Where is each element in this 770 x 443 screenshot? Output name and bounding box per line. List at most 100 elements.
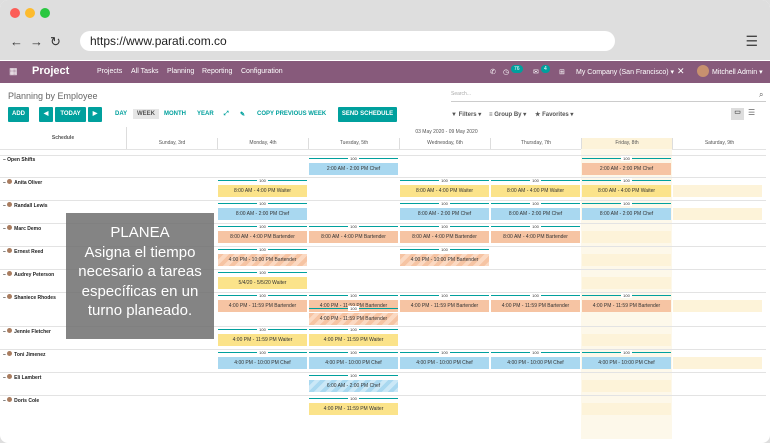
url-bar[interactable]: https://www.parati.com.co [80,31,615,51]
empty-slot[interactable] [673,208,762,220]
shift-pill[interactable]: 4:00 PM - 10:00 PM Chef [582,357,671,369]
filters-dropdown[interactable]: ▼ Filters ▾ [451,111,481,118]
capacity-value: 100 [439,178,450,183]
empty-slot[interactable] [582,277,671,289]
row-label[interactable]: – Audrey Peterson [3,271,54,278]
nav-planning[interactable]: Planning [167,68,194,75]
shift-pill[interactable]: 8:00 AM - 4:00 PM Waiter [582,185,671,197]
shift-pill[interactable]: 4:00 PM - 10:00 PM Chef [400,357,489,369]
expand-icon[interactable]: ⤢ [224,111,229,118]
row-label[interactable]: – Open Shifts [3,157,35,163]
minimize-window-button[interactable] [25,8,35,18]
shift-pill[interactable]: 8:00 AM - 2:00 PM Chef [582,208,671,220]
empty-slot[interactable] [582,334,671,346]
forward-icon[interactable]: → [30,34,43,49]
today-button[interactable]: TODAY [55,107,86,122]
empty-slot[interactable] [673,300,762,312]
company-switcher[interactable]: My Company (San Francisco) ▾ [576,68,674,76]
shift-pill[interactable]: 4:00 PM - 11:59 PM Bartender [582,300,671,312]
browser-menu-icon[interactable]: ☰ [745,33,758,50]
shift-pill[interactable]: 8:00 AM - 4:00 PM Waiter [218,185,307,197]
shift-pill[interactable]: 4:00 PM - 10:00 PM Chef [309,357,398,369]
add-button[interactable]: ADD [8,107,29,122]
capacity-value: 100 [257,270,268,275]
row-label[interactable]: – Marc Demo [3,225,41,232]
shift-pill[interactable]: 8:00 AM - 4:00 PM Bartender [400,231,489,243]
maximize-window-button[interactable] [40,8,50,18]
row-label[interactable]: – Toni Jimenez [3,351,45,358]
shift-pill[interactable]: 4:00 PM - 11:59 PM Bartender [309,313,398,325]
shift-pill[interactable]: 4:00 PM - 11:59 PM Bartender [491,300,580,312]
avatar [7,351,13,356]
nav-reporting[interactable]: Reporting [202,68,232,75]
capacity-bar: 100 [582,201,671,206]
copy-previous-week-button[interactable]: COPY PREVIOUS WEEK [257,111,326,117]
empty-slot[interactable] [582,254,671,266]
shift-pill[interactable]: 6:00 AM - 2:00 PM Chef [309,380,398,392]
magic-icon[interactable]: ✎ [240,111,245,118]
row-name: Shaniece Rhodes [14,295,56,301]
row-label[interactable]: – Shaniece Rhodes [3,294,56,301]
back-icon[interactable]: ← [10,34,23,49]
favorites-label: Favorites [542,112,569,118]
empty-slot[interactable] [673,357,762,369]
empty-slot[interactable] [582,380,671,392]
shift-pill[interactable]: 8:00 AM - 4:00 PM Bartender [491,231,580,243]
row-label[interactable]: – Doris Cole [3,397,39,404]
shift-pill[interactable]: 8:00 AM - 2:00 PM Chef [491,208,580,220]
shift-pill[interactable]: 4:00 PM - 11:59 PM Waiter [309,403,398,415]
nav-configuration[interactable]: Configuration [241,68,283,75]
shift-pill[interactable]: 4:00 PM - 10:00 PM Chef [491,357,580,369]
prev-button[interactable]: ◀ [39,107,53,122]
groupby-dropdown[interactable]: ≡ Group By ▾ [489,111,526,118]
shift-pill[interactable]: 4:00 PM - 11:59 PM Bartender [218,300,307,312]
shift-pill[interactable]: 4:00 PM - 11:59 PM Bartender [400,300,489,312]
shift-pill[interactable]: 2:00 AM - 2:00 PM Chef [582,163,671,175]
empty-slot[interactable] [673,185,762,197]
phone-icon[interactable]: ✆ [490,68,496,76]
shift-pill[interactable]: 5/4/20 - 5/5/20 Waiter [218,277,307,289]
chat-icon[interactable]: ✉ [533,68,539,76]
shift-pill[interactable]: 8:00 AM - 4:00 PM Waiter [400,185,489,197]
shift-pill[interactable]: 2:00 AM - 2:00 PM Chef [309,163,398,175]
apps-grid-icon[interactable]: ▦ [9,66,18,77]
shift-pill[interactable]: 8:00 AM - 4:00 PM Bartender [218,231,307,243]
empty-slot[interactable] [582,403,671,415]
next-button[interactable]: ▶ [88,107,102,122]
nav-all-tasks[interactable]: All Tasks [131,68,159,75]
app-title[interactable]: Project [32,65,69,77]
send-schedule-button[interactable]: SEND SCHEDULE [338,107,397,122]
favorites-dropdown[interactable]: ★ Favorites ▾ [535,111,573,118]
row-label[interactable]: – Anita Oliver [3,179,42,186]
search-input[interactable]: Search... [451,91,766,102]
avatar[interactable] [697,65,709,77]
shift-pill[interactable]: 4:00 PM - 10:00 PM Chef [218,357,307,369]
shift-pill[interactable]: 4:00 PM - 11:59 PM Waiter [309,334,398,346]
shift-pill[interactable]: 8:00 AM - 4:00 PM Waiter [491,185,580,197]
view-year[interactable]: YEAR [197,111,214,117]
shift-pill[interactable]: 4:00 PM - 11:59 PM Waiter [218,334,307,346]
view-month[interactable]: MONTH [164,111,186,117]
shift-pill[interactable]: 4:00 PM - 10:00 PM Bartender [400,254,489,266]
user-menu[interactable]: Mitchell Admin ▾ [712,68,763,76]
row-label[interactable]: – Ernest Reed [3,248,43,255]
list-view-icon[interactable]: ☰ [748,108,755,117]
shift-pill[interactable]: 8:00 AM - 2:00 PM Chef [218,208,307,220]
gift-icon[interactable]: ⊞ [559,68,565,76]
row-label[interactable]: – Eli Lambert [3,374,41,381]
activity-icon[interactable]: ◷ [503,68,509,76]
shift-pill[interactable]: 4:00 PM - 10:00 PM Bartender [218,254,307,266]
search-icon[interactable]: ⌕ [759,90,763,100]
close-window-button[interactable] [10,8,20,18]
shift-pill[interactable]: 8:00 AM - 2:00 PM Chef [400,208,489,220]
reload-icon[interactable]: ↻ [50,34,61,50]
view-day[interactable]: DAY [115,111,127,117]
shift-pill[interactable]: 8:00 AM - 4:00 PM Bartender [309,231,398,243]
row-label[interactable]: – Jennie Fletcher [3,328,51,335]
gantt-view-icon[interactable]: ▭ [731,108,744,120]
close-icon[interactable]: ✕ [677,66,685,77]
row-label[interactable]: – Randall Lewis [3,202,48,209]
nav-projects[interactable]: Projects [97,68,122,75]
empty-slot[interactable] [582,231,671,243]
view-week[interactable]: WEEK [133,109,159,119]
